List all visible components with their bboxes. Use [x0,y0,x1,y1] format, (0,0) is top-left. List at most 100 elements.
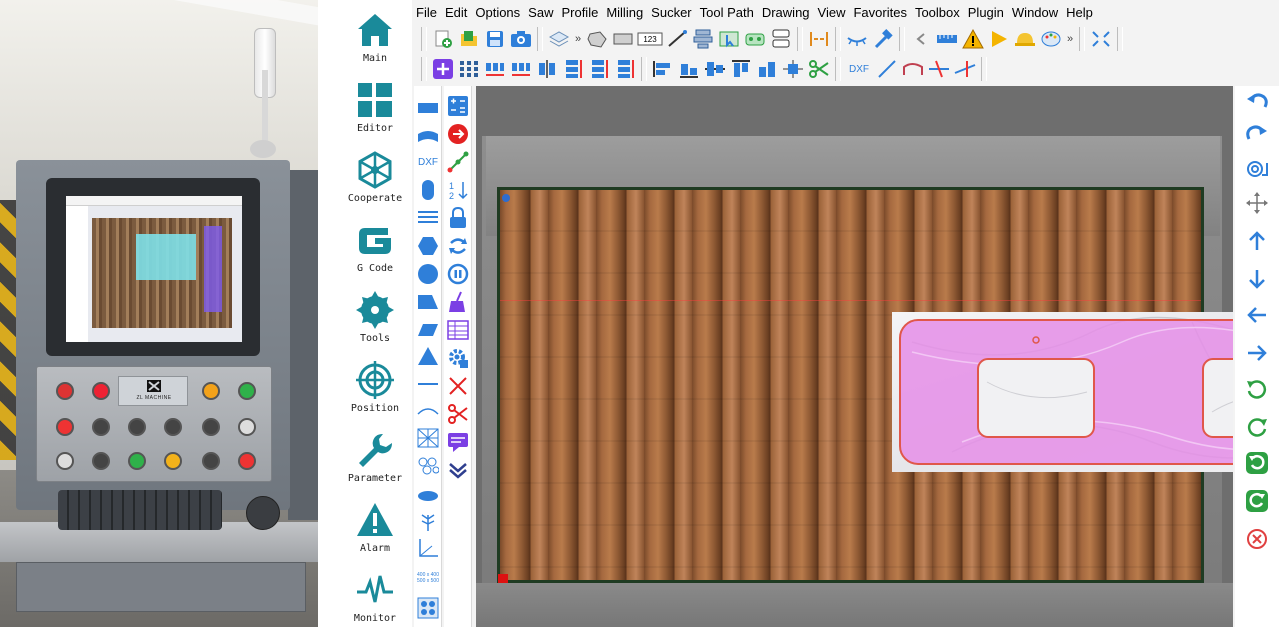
dxf-import-icon[interactable]: DXF [845,57,873,81]
sort-order-icon[interactable]: 12 [446,178,470,202]
hexagon-tool-icon[interactable] [416,234,440,258]
arrow-up-icon[interactable] [1244,228,1270,254]
rotate-90-cw-icon[interactable] [1244,488,1270,514]
tile-pattern-icon[interactable] [416,596,440,620]
polygon-icon[interactable] [585,27,609,51]
nav-cooperate[interactable]: Cooperate [338,148,412,216]
delete-x-icon[interactable] [446,374,470,398]
move-all-icon[interactable] [1244,190,1270,216]
menu-drawing[interactable]: Drawing [758,3,814,23]
menu-profile[interactable]: Profile [557,3,602,23]
toolbar-more-1[interactable]: » [572,33,584,45]
dxf-tool-icon[interactable]: DXF [416,150,440,174]
capsule-tool-icon[interactable] [416,178,440,202]
nav-position[interactable]: Position [338,358,412,426]
menu-milling[interactable]: Milling [602,3,647,23]
rectangle-tool-icon[interactable] [416,96,440,120]
nav-monitor[interactable]: Monitor [338,568,412,627]
calculator-icon[interactable] [446,94,470,118]
add-part-icon[interactable] [431,57,455,81]
nav-tools[interactable]: Tools [338,288,412,356]
mosaic-tool-icon[interactable] [416,426,440,450]
redo-icon[interactable] [1244,120,1270,146]
play-icon[interactable] [987,27,1011,51]
collapse-down-icon[interactable] [446,458,470,482]
cancel-circle-icon[interactable] [1244,526,1270,552]
distribute-v-icon[interactable] [561,57,585,81]
numbering-icon[interactable]: 123 [637,27,663,51]
menu-help[interactable]: Help [1062,3,1097,23]
cut-line-2-icon[interactable] [953,57,977,81]
arrow-right-icon[interactable] [1244,340,1270,366]
nav-g-code[interactable]: G Code [338,218,412,286]
align-blocks-icon[interactable] [691,27,715,51]
menu-window[interactable]: Window [1008,3,1062,23]
nav-main[interactable]: Main [338,8,412,76]
array-grid-icon[interactable] [457,57,481,81]
nav-parameter[interactable]: Parameter [338,428,412,496]
pause-icon[interactable] [446,262,470,286]
ellipse-tool-icon[interactable] [416,484,440,508]
menu-options[interactable]: Options [471,3,524,23]
cut-scissors-icon[interactable] [446,402,470,426]
size-preset-icon[interactable]: 400 x 400 500 x 500 [416,564,440,592]
arrow-left-icon[interactable] [1244,302,1270,328]
settings-gear-icon[interactable] [446,346,470,370]
swap-icon[interactable] [446,234,470,258]
broom-icon[interactable] [446,290,470,314]
menu-view[interactable]: View [814,3,850,23]
align-left-icon[interactable] [651,57,675,81]
hammer-icon[interactable] [871,27,895,51]
eyelash-icon[interactable] [845,27,869,51]
distribute-h-icon[interactable] [483,57,507,81]
axis-tool-icon[interactable] [416,536,440,560]
arrow-down-icon[interactable] [1244,266,1270,292]
countertop-slab[interactable] [892,312,1233,472]
align-bottom-icon[interactable] [677,57,701,81]
honeycomb-tool-icon[interactable] [416,454,440,478]
table-icon[interactable] [446,318,470,342]
menu-edit[interactable]: Edit [441,3,471,23]
center-h-icon[interactable] [535,57,559,81]
snail-icon[interactable] [1244,154,1270,180]
menu-favorites[interactable]: Favorites [849,3,910,23]
rotate-cw-icon[interactable] [1244,414,1270,440]
warning-triangle-icon[interactable] [961,27,985,51]
line-icon[interactable] [665,27,689,51]
hatch-tool-icon[interactable] [416,206,440,230]
select-cursor-icon[interactable] [717,27,741,51]
plant-pattern-icon[interactable] [416,510,440,534]
camera-icon[interactable] [509,27,533,51]
align-center-icon[interactable] [755,57,779,81]
compress-icon[interactable] [807,27,831,51]
arc-tool-icon[interactable] [416,124,440,148]
profile-shape-icon[interactable] [901,57,925,81]
message-icon[interactable] [446,430,470,454]
menu-saw[interactable]: Saw [524,3,557,23]
rotate-90-ccw-icon[interactable] [1244,450,1270,476]
cut-line-icon[interactable] [927,57,951,81]
save-icon[interactable] [483,27,507,51]
helmet-icon[interactable] [1013,27,1037,51]
trapezoid-tool-icon[interactable] [416,290,440,314]
stack-icon[interactable] [769,27,793,51]
ruler-icon[interactable] [935,27,959,51]
align-top-icon[interactable] [729,57,753,81]
distribute-v3-icon[interactable] [613,57,637,81]
curve-tool-icon[interactable] [416,398,440,422]
nav-alarm[interactable]: Alarm [338,498,412,566]
record-icon[interactable] [446,122,470,146]
triangle-tool-icon[interactable] [416,344,440,368]
drawing-canvas[interactable] [476,86,1233,627]
scissors-icon[interactable] [807,57,831,81]
distribute-h2-icon[interactable] [509,57,533,81]
palette-icon[interactable] [1039,27,1063,51]
undo-icon[interactable] [1244,88,1270,114]
menu-toolbox[interactable]: Toolbox [911,3,964,23]
menu-file[interactable]: File [412,3,441,23]
align-middle-icon[interactable] [703,57,727,81]
line-tool-icon[interactable] [416,372,440,396]
distribute-v2-icon[interactable] [587,57,611,81]
rotate-ccw-icon[interactable] [1244,376,1270,402]
toolbar-more-2[interactable]: » [1064,33,1076,45]
